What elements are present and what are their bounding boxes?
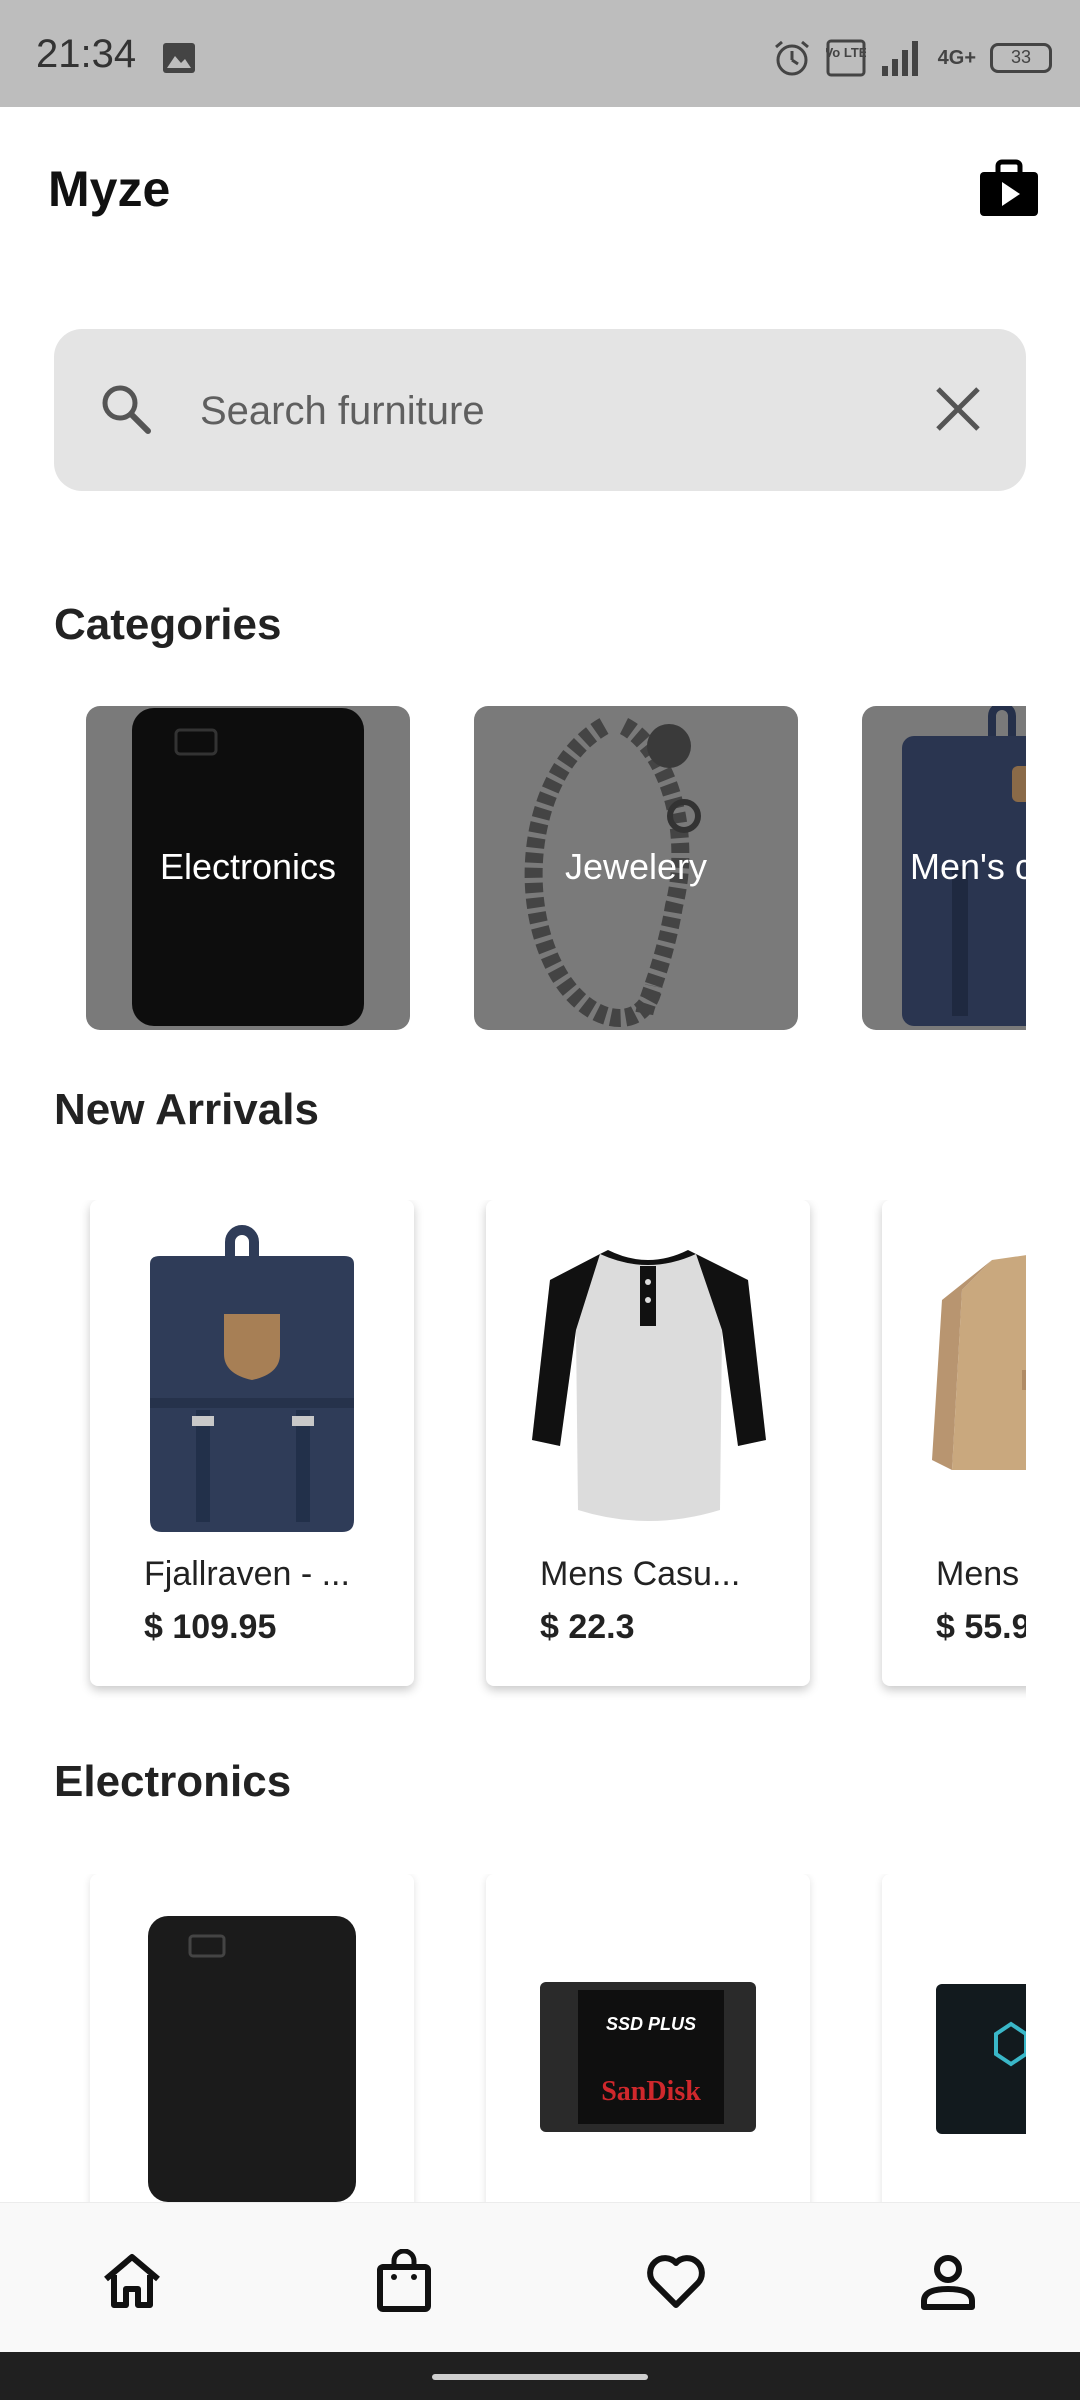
search-input[interactable] <box>198 373 902 449</box>
battery-level: 33 <box>1010 47 1032 67</box>
image-icon <box>163 43 195 73</box>
jacket-image <box>932 1255 1026 1470</box>
svg-text:SanDisk: SanDisk <box>601 2076 701 2107</box>
network-type: 4G+ <box>937 47 976 69</box>
shopping-bag-play-icon[interactable] <box>978 158 1040 220</box>
system-gesture-bar <box>0 2352 1080 2400</box>
hard-drive-image <box>148 1916 356 2202</box>
heart-icon[interactable] <box>644 2249 708 2313</box>
close-icon[interactable] <box>930 381 986 437</box>
product-price: $ 22.3 <box>540 1608 635 1646</box>
backpack-image <box>150 1225 354 1532</box>
category-label: Men's c <box>910 846 1026 887</box>
status-icons: Vo LTE 4G+ 33 <box>772 36 1052 80</box>
product-name: Mens Casu... <box>540 1555 741 1593</box>
henley-shirt-image <box>532 1250 766 1521</box>
svg-text:SSD PLUS: SSD PLUS <box>606 2014 696 2034</box>
new-arrivals-row[interactable]: Fjallraven - ... $ 109.95 Mens Casu... $… <box>54 1200 1026 1700</box>
category-card-electronics[interactable]: Electronics <box>86 706 410 1030</box>
volte-icon: Vo LTE <box>826 39 866 77</box>
app-title: Myze <box>48 161 171 217</box>
category-label: Jewelery <box>564 846 708 887</box>
electronics-title: Electronics <box>54 1757 292 1806</box>
user-icon[interactable] <box>916 2249 980 2313</box>
svg-text:Vo LTE: Vo LTE <box>826 45 866 60</box>
category-card-mens-clothing[interactable]: Men's c <box>862 706 1026 1030</box>
category-card-jewelery[interactable]: Jewelery <box>474 706 798 1030</box>
electronics-row[interactable]: SSD PLUS SanDisk <box>54 1874 1026 2202</box>
battery-icon: 33 <box>990 43 1052 73</box>
signal-icon <box>881 41 918 76</box>
product-card[interactable] <box>90 1874 414 2202</box>
product-price: $ 109.95 <box>144 1608 277 1646</box>
home-icon[interactable] <box>100 2249 164 2313</box>
category-label: Electronics <box>159 846 337 887</box>
ssd-image: SSD PLUS SanDisk <box>540 1982 756 2132</box>
product-card[interactable]: Mens $ 55.9 <box>882 1200 1026 1686</box>
search-bar[interactable] <box>54 329 1026 491</box>
categories-title: Categories <box>54 600 282 649</box>
gesture-handle[interactable] <box>432 2374 648 2380</box>
status-time: 21:34 <box>36 32 137 76</box>
product-name: Fjallraven - ... <box>144 1555 350 1593</box>
product-price: $ 55.9 <box>936 1608 1026 1646</box>
product-card[interactable] <box>882 1874 1026 2202</box>
product-card[interactable]: SSD PLUS SanDisk <box>486 1874 810 2202</box>
product-card[interactable]: Fjallraven - ... $ 109.95 <box>90 1200 414 1686</box>
alarm-icon <box>774 40 809 76</box>
product-name: Mens <box>936 1555 1020 1593</box>
new-arrivals-title: New Arrivals <box>54 1085 319 1134</box>
search-icon <box>102 385 151 434</box>
categories-row[interactable]: Electronics Jewelery Men's c <box>54 706 1026 1030</box>
status-bar: 21:34 Vo LTE 4G+ 33 <box>0 0 1080 107</box>
product-card[interactable]: Mens Casu... $ 22.3 <box>486 1200 810 1686</box>
ssd-image <box>936 1984 1026 2134</box>
shopping-bag-icon[interactable] <box>372 2249 436 2313</box>
bottom-navigation <box>0 2202 1080 2353</box>
